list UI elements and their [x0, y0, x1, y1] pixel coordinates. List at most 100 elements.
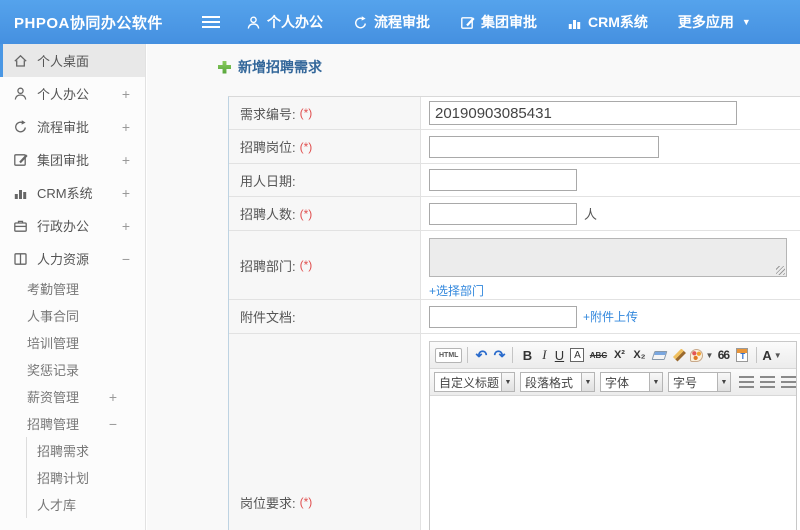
position-label: 招聘岗位: (*): [229, 130, 421, 163]
eraser-button[interactable]: [650, 345, 668, 365]
font-family-select[interactable]: 字体 ▼: [600, 372, 663, 392]
expand-plus-icon[interactable]: +: [122, 218, 130, 234]
attachment-label: 附件文档:: [229, 300, 421, 333]
topnav-crm-system[interactable]: CRM系统: [567, 12, 648, 32]
caret-down-icon: ▼: [773, 350, 782, 360]
add-plus-icon: [218, 60, 231, 74]
sidebar-item-personal-office[interactable]: 个人办公 +: [0, 77, 145, 110]
align-center-button[interactable]: [760, 376, 775, 388]
sidebar-item-workflow-approval[interactable]: 流程审批 +: [0, 110, 145, 143]
page-title: 新增招聘需求: [238, 59, 322, 75]
select-department-link[interactable]: +选择部门: [429, 282, 484, 299]
sidebar-item-reward-punishment-records[interactable]: 奖惩记录: [0, 356, 145, 383]
sidebar-item-crm-system[interactable]: CRM系统 +: [0, 176, 145, 209]
home-icon: [14, 54, 27, 67]
expand-plus-icon[interactable]: +: [122, 185, 130, 201]
chart-icon: [568, 19, 581, 29]
redo-button[interactable]: [491, 345, 507, 365]
superscript-button[interactable]: X²: [610, 345, 628, 365]
hire-date-input[interactable]: [429, 169, 577, 191]
headcount-input[interactable]: [429, 202, 577, 225]
required-mark: (*): [299, 106, 313, 120]
form-row-demand-no: 需求编号: (*): [229, 97, 800, 130]
html-source-button[interactable]: HTML: [435, 347, 463, 363]
underline-button[interactable]: U: [552, 345, 566, 365]
sidebar-item-label: 培训管理: [27, 336, 80, 351]
form-row-headcount: 招聘人数: (*) 人: [229, 197, 800, 231]
collapse-minus-icon[interactable]: −: [109, 416, 117, 432]
font-size-select[interactable]: 字号 ▼: [668, 372, 731, 392]
subscript-button[interactable]: X₂: [630, 345, 648, 365]
sidebar-item-salary-management[interactable]: 薪资管理 +: [0, 383, 145, 410]
color-palette-button[interactable]: ▼: [690, 345, 713, 365]
sidebar-item-admin-office[interactable]: 行政办公 +: [0, 209, 145, 242]
topnav-workflow-approval[interactable]: 流程审批: [353, 12, 430, 32]
collapse-minus-icon[interactable]: −: [122, 251, 130, 267]
hire-date-label: 用人日期:: [229, 164, 421, 196]
attachment-input[interactable]: [429, 305, 577, 328]
italic-button[interactable]: I: [538, 345, 550, 365]
custom-title-select[interactable]: 自定义标题 ▼: [434, 372, 515, 392]
sidebar-item-talent-pool[interactable]: 人才库: [27, 491, 145, 518]
caret-down-icon: ▼: [501, 373, 514, 391]
sidebar-item-personnel-contract[interactable]: 人事合同: [0, 302, 145, 329]
recruitment-demand-form: 需求编号: (*) 招聘岗位: (*) 用人日期:: [228, 96, 800, 530]
demand-no-input[interactable]: [429, 101, 737, 125]
toolbar-separator: [512, 347, 514, 363]
expand-plus-icon[interactable]: +: [122, 86, 130, 102]
editor-content-area[interactable]: [430, 396, 796, 530]
sidebar-item-label: 招聘需求: [37, 444, 90, 459]
paste-button[interactable]: [733, 345, 751, 365]
editor-toolbar-row1: HTML B I U A ABC X² X₂ ▼: [430, 342, 796, 369]
blockquote-button[interactable]: 66: [715, 345, 731, 365]
align-right-button[interactable]: [781, 376, 796, 388]
caret-down-icon: ▼: [581, 373, 594, 391]
caret-down-icon: ▼: [705, 350, 714, 360]
book-icon: [14, 253, 27, 265]
required-mark: (*): [299, 206, 313, 221]
sidebar-item-attendance-management[interactable]: 考勤管理: [0, 275, 145, 302]
user-icon: [14, 87, 27, 100]
remove-format-button[interactable]: A: [570, 348, 585, 362]
app-logo: PHPOA协同办公软件: [14, 14, 163, 32]
sidebar-item-personal-desktop[interactable]: 个人桌面: [0, 44, 145, 77]
expand-plus-icon[interactable]: +: [122, 152, 130, 168]
format-brush-button[interactable]: [670, 345, 688, 365]
expand-plus-icon[interactable]: +: [109, 389, 117, 405]
sidebar-item-recruitment-management[interactable]: 招聘管理 −: [0, 410, 145, 437]
undo-button[interactable]: [473, 345, 489, 365]
expand-plus-icon[interactable]: +: [122, 119, 130, 135]
top-navigation: 个人办公 流程审批 集团审批 CRM系统 更多应用 ▼: [246, 12, 781, 32]
sidebar-item-training-management[interactable]: 培训管理: [0, 329, 145, 356]
eraser-icon: [651, 350, 668, 360]
topnav-label: 个人办公: [267, 14, 323, 30]
sidebar-item-label: 招聘计划: [37, 471, 90, 486]
topnav-personal-office[interactable]: 个人办公: [246, 12, 323, 32]
sidebar-item-human-resources[interactable]: 人力资源 −: [0, 242, 145, 275]
headcount-label: 招聘人数: (*): [229, 197, 421, 230]
flow-icon: [355, 15, 366, 28]
topnav-group-approval[interactable]: 集团审批: [460, 12, 537, 32]
page-title-bar: 新增招聘需求: [147, 44, 800, 90]
sidebar-item-recruitment-plan[interactable]: 招聘计划: [27, 464, 145, 491]
strikethrough-button[interactable]: ABC: [588, 345, 608, 365]
sidebar-item-label: 个人桌面: [37, 54, 90, 69]
sidebar-submenu-recruitment: 招聘需求 招聘计划 人才库: [26, 437, 145, 518]
font-color-button[interactable]: A ▼: [762, 345, 781, 365]
bold-button[interactable]: B: [518, 345, 536, 365]
department-box[interactable]: [429, 238, 787, 277]
sidebar-item-group-approval[interactable]: 集团审批 +: [0, 143, 145, 176]
menu-toggle-icon[interactable]: [202, 16, 220, 28]
paragraph-format-select[interactable]: 段落格式 ▼: [520, 372, 595, 392]
form-row-position: 招聘岗位: (*): [229, 130, 800, 164]
position-input[interactable]: [429, 135, 659, 158]
topnav-label: CRM系统: [588, 14, 648, 30]
editor-toolbar-row2: 自定义标题 ▼ 段落格式 ▼ 字体 ▼ 字号 ▼: [430, 369, 796, 396]
sidebar-item-label: 人力资源: [37, 252, 90, 267]
align-left-button[interactable]: [739, 376, 754, 388]
attachment-upload-link[interactable]: +附件上传: [583, 308, 638, 325]
topnav-more-apps[interactable]: 更多应用 ▼: [678, 12, 751, 32]
topnav-label: 集团审批: [481, 14, 537, 30]
department-label: 招聘部门: (*): [229, 231, 421, 299]
sidebar-item-recruitment-demand[interactable]: 招聘需求: [27, 437, 145, 464]
